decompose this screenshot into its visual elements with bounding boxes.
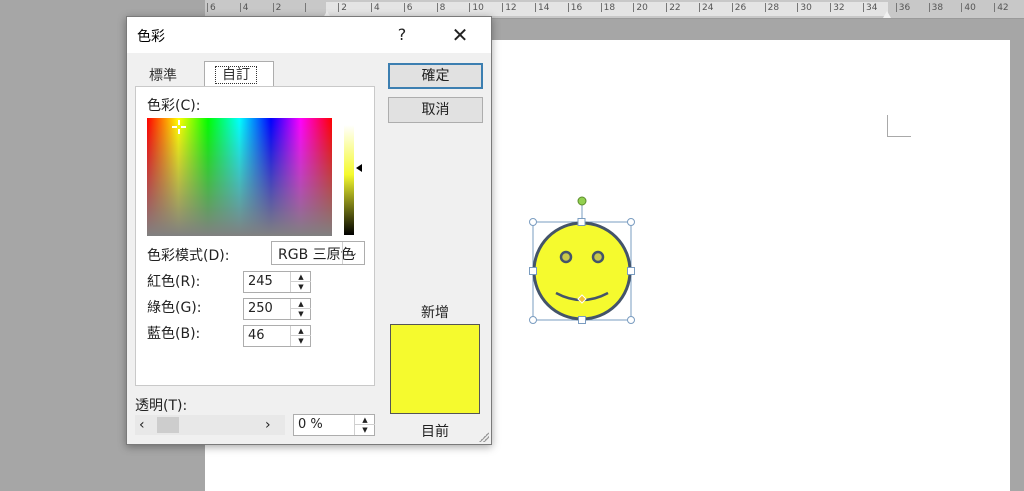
close-icon[interactable]: ✕: [445, 23, 475, 47]
transparency-slider[interactable]: ‹ ›: [135, 415, 285, 435]
triangle-up-icon[interactable]: ▲: [291, 272, 311, 282]
transparency-label: 透明(T):: [135, 398, 188, 414]
tab-standard[interactable]: 標準: [139, 63, 203, 87]
triangle-up-icon[interactable]: ▲: [291, 326, 311, 336]
triangle-down-icon[interactable]: ▼: [291, 336, 311, 346]
triangle-up-icon[interactable]: ▲: [291, 299, 311, 309]
tab-custom[interactable]: 自訂: [204, 61, 274, 87]
new-color-swatch: [390, 324, 480, 368]
dialog-titlebar[interactable]: 色彩 ? ✕: [127, 17, 491, 53]
luminance-slider[interactable]: [344, 125, 354, 235]
slider-thumb[interactable]: [157, 417, 179, 433]
new-color-label: 新增: [421, 305, 449, 321]
cancel-button[interactable]: 取消: [388, 97, 483, 123]
color-spectrum-picker[interactable]: [147, 118, 332, 236]
blue-spinner[interactable]: 46 ▲ ▼: [243, 325, 311, 347]
ruler-tick: 2: [272, 3, 281, 13]
page-margin-corner: [887, 115, 911, 137]
ruler-tick: 30: [797, 3, 812, 13]
ruler-tick: 8: [436, 3, 445, 13]
ruler-tick: 36: [895, 3, 910, 13]
luminance-arrow-icon[interactable]: [356, 164, 362, 172]
dialog-title: 色彩: [137, 29, 165, 45]
ruler-tick: 4: [371, 3, 380, 13]
ruler-tick: 16: [567, 3, 582, 13]
triangle-down-icon[interactable]: ▼: [355, 425, 375, 435]
ruler-tick: 28: [764, 3, 779, 13]
ruler-tick: 12: [502, 3, 517, 13]
triangle-up-icon[interactable]: ▲: [355, 415, 375, 425]
smiley-left-eye: [559, 250, 573, 264]
color-model-select[interactable]: RGB 三原色 ⌄: [271, 241, 365, 265]
blue-value[interactable]: 46: [248, 328, 265, 343]
ruler-tick: 22: [666, 3, 681, 13]
chevron-down-icon[interactable]: ⌄: [342, 242, 364, 264]
ruler-tick: 18: [600, 3, 615, 13]
triangle-down-icon[interactable]: ▼: [291, 282, 311, 292]
resize-grip-icon[interactable]: [479, 432, 489, 442]
green-label: 綠色(G):: [147, 300, 202, 316]
right-indent-marker[interactable]: [883, 11, 891, 18]
red-value[interactable]: 245: [248, 274, 273, 289]
ruler-tick: 10: [469, 3, 484, 13]
ruler-tick: 14: [535, 3, 549, 13]
transparency-spinner[interactable]: 0 % ▲ ▼: [293, 414, 375, 436]
help-button[interactable]: ?: [389, 23, 415, 47]
ruler-tick: 38: [928, 3, 943, 13]
triangle-down-icon[interactable]: ▼: [291, 309, 311, 319]
green-value[interactable]: 250: [248, 301, 273, 316]
red-label: 紅色(R):: [147, 274, 201, 290]
smiley-shape[interactable]: [525, 195, 639, 330]
ruler-tick: 26: [731, 3, 746, 13]
chevron-left-icon[interactable]: ‹: [139, 415, 145, 435]
current-color-label: 目前: [421, 424, 449, 440]
colors-label: 色彩(C):: [147, 98, 201, 114]
transparency-value[interactable]: 0 %: [298, 417, 323, 432]
ruler-tick: 2: [338, 3, 347, 13]
smiley-right-eye: [591, 250, 605, 264]
tab-custom-label: 自訂: [215, 66, 257, 84]
color-model-label: 色彩模式(D):: [147, 248, 230, 264]
ruler-tick: 20: [633, 3, 648, 13]
green-spinner[interactable]: 250 ▲ ▼: [243, 298, 311, 320]
blue-label: 藍色(B):: [147, 326, 201, 342]
colors-dialog: 色彩 ? ✕ 標準 自訂 色彩(C): 色彩模式(D): RGB 三原色 ⌄ 紅…: [126, 16, 492, 445]
ruler-tick: 4: [239, 3, 249, 13]
ruler-tick: 6: [207, 3, 216, 13]
ruler-tick: 40: [961, 3, 976, 13]
crosshair-icon[interactable]: [172, 120, 186, 134]
ruler-tick: 24: [699, 3, 713, 13]
rotate-handle: [577, 196, 587, 206]
ruler-tick: 6: [403, 3, 413, 13]
ok-button[interactable]: 確定: [388, 63, 483, 89]
red-spinner[interactable]: 245 ▲ ▼: [243, 271, 311, 293]
ruler-tick: 34: [863, 3, 877, 13]
ruler-tick: 42: [994, 3, 1009, 13]
custom-color-panel: 色彩(C): 色彩模式(D): RGB 三原色 ⌄ 紅色(R): 245 ▲ ▼ …: [135, 86, 375, 386]
ruler-tick: 32: [830, 3, 845, 13]
chevron-right-icon[interactable]: ›: [265, 415, 271, 435]
ruler-tick: [305, 3, 308, 13]
current-color-swatch: [390, 368, 480, 414]
smiley-face: [532, 221, 632, 321]
